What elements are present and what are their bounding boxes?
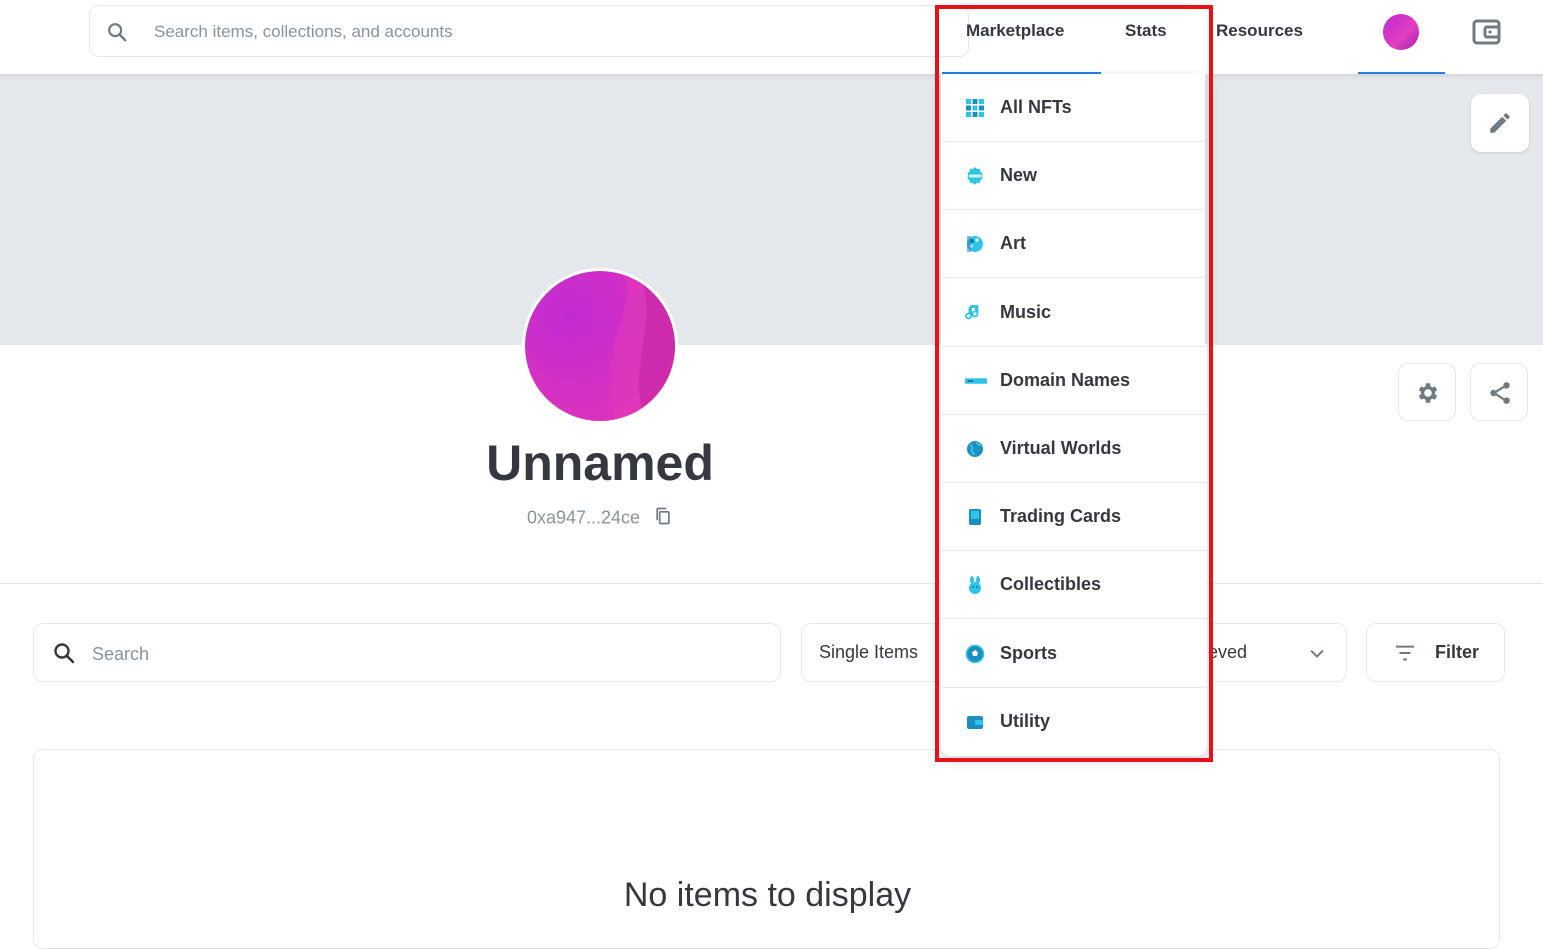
menu-item-trading-cards[interactable]: Trading Cards bbox=[941, 483, 1207, 552]
search-icon bbox=[54, 643, 75, 664]
gear-icon bbox=[1418, 383, 1438, 403]
domain-bar-icon bbox=[965, 371, 987, 391]
profile-active-underline bbox=[1358, 72, 1445, 74]
menu-item-all-nfts[interactable]: All NFTs bbox=[941, 74, 1207, 142]
profile-avatar[interactable] bbox=[522, 268, 678, 424]
wallet-address-row: 0xa947...24ce bbox=[440, 506, 760, 531]
wallet-button[interactable] bbox=[1470, 15, 1504, 49]
nav-resources[interactable]: Resources bbox=[1216, 21, 1303, 41]
section-divider bbox=[0, 583, 1543, 584]
items-search-input[interactable] bbox=[90, 640, 754, 668]
menu-item-label: Collectibles bbox=[1000, 574, 1102, 595]
settings-button[interactable] bbox=[1398, 363, 1456, 421]
profile-name: Unnamed bbox=[486, 435, 714, 491]
wallet-icon bbox=[965, 712, 985, 732]
marketplace-dropdown: All NFTs New Art Music Domain Names Virtual W… bbox=[941, 74, 1207, 756]
filter-label: Filter bbox=[1435, 642, 1480, 662]
nav-profile-avatar[interactable] bbox=[1383, 14, 1419, 50]
music-note-icon bbox=[965, 303, 985, 323]
menu-item-new[interactable]: New bbox=[941, 142, 1207, 211]
menu-item-art[interactable]: Art bbox=[941, 210, 1207, 279]
menu-item-virtual-worlds[interactable]: Virtual Worlds bbox=[941, 415, 1207, 483]
global-search[interactable] bbox=[89, 5, 969, 57]
share-button[interactable] bbox=[1470, 363, 1528, 421]
nav-stats[interactable]: Stats bbox=[1125, 21, 1167, 41]
menu-item-label: Art bbox=[1000, 233, 1026, 254]
avatar-gradient bbox=[610, 271, 675, 421]
menu-item-label: Trading Cards bbox=[1000, 506, 1122, 527]
pencil-icon bbox=[1490, 113, 1510, 133]
top-navbar: Marketplace Stats Resources bbox=[0, 0, 1543, 74]
grid-icon bbox=[965, 98, 985, 118]
empty-state-text: No items to display bbox=[623, 876, 912, 914]
card-icon bbox=[965, 507, 985, 527]
new-badge-icon bbox=[965, 166, 985, 186]
bunny-icon bbox=[965, 575, 985, 595]
menu-item-label: All NFTs bbox=[1000, 97, 1072, 117]
chevron-down-icon bbox=[1310, 649, 1324, 658]
profile-banner bbox=[0, 74, 1543, 345]
menu-item-domain-names[interactable]: Domain Names bbox=[941, 347, 1207, 415]
menu-item-label: Sports bbox=[1000, 642, 1058, 663]
palette-icon bbox=[965, 234, 985, 254]
menu-item-sports[interactable]: Sports bbox=[941, 620, 1207, 688]
filter-lines-icon bbox=[1395, 645, 1415, 661]
menu-item-label: Music bbox=[1000, 301, 1052, 322]
dropdown-scrollbar[interactable] bbox=[1205, 74, 1209, 344]
menu-item-music[interactable]: Music bbox=[941, 279, 1207, 347]
items-search[interactable] bbox=[33, 623, 781, 682]
item-type-value: Single Items bbox=[819, 642, 919, 662]
menu-item-label: Virtual Worlds bbox=[1000, 438, 1122, 458]
items-panel: No items to display bbox=[33, 749, 1500, 949]
menu-item-utility[interactable]: Utility bbox=[941, 688, 1207, 756]
menu-item-label: Domain Names bbox=[1000, 369, 1131, 390]
wallet-address: 0xa947...24ce bbox=[526, 507, 641, 528]
wallet-icon bbox=[1472, 19, 1501, 45]
search-icon bbox=[108, 23, 127, 42]
menu-item-collectibles[interactable]: Collectibles bbox=[941, 551, 1207, 620]
global-search-input[interactable] bbox=[152, 18, 936, 46]
share-icon bbox=[1490, 382, 1510, 404]
globe-icon bbox=[965, 439, 985, 459]
ball-icon bbox=[965, 644, 985, 664]
nav-marketplace[interactable]: Marketplace bbox=[966, 21, 1064, 41]
menu-item-label: New bbox=[1000, 165, 1038, 186]
edit-banner-button[interactable] bbox=[1471, 94, 1529, 152]
menu-item-label: Utility bbox=[1000, 710, 1051, 731]
copy-icon[interactable] bbox=[653, 506, 673, 531]
filter-button[interactable]: Filter bbox=[1366, 623, 1505, 682]
